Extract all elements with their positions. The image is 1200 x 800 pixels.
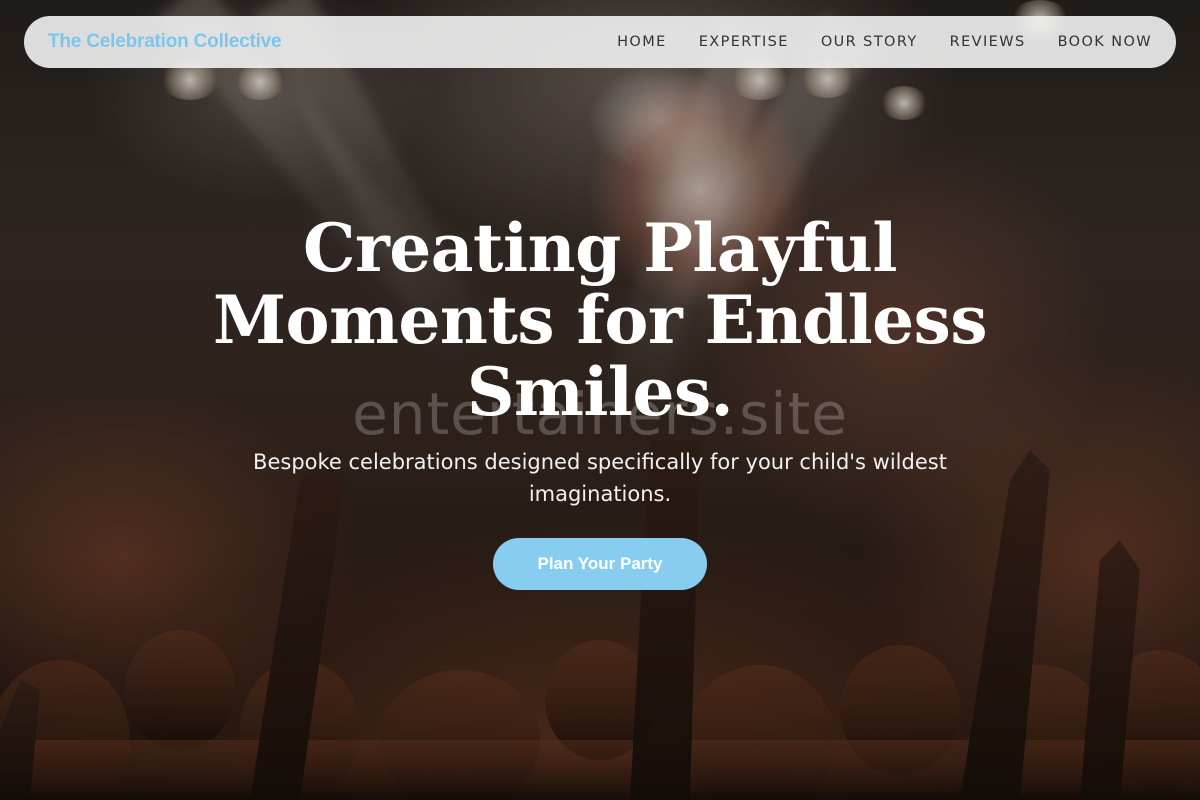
nav-links: HOME EXPERTISE OUR STORY REVIEWS BOOK NO… [585, 34, 1152, 50]
nav-link-expertise[interactable]: EXPERTISE [699, 34, 789, 50]
nav-link-book-now[interactable]: BOOK NOW [1058, 34, 1152, 50]
top-navbar: The Celebration Collective HOME EXPERTIS… [24, 16, 1176, 68]
brand-logo-link[interactable]: The Celebration Collective [48, 31, 282, 53]
hero-content: Creating Playful Moments for Endless Smi… [0, 212, 1200, 590]
nav-link-reviews[interactable]: REVIEWS [950, 34, 1026, 50]
nav-link-home[interactable]: HOME [617, 34, 667, 50]
hero-subtitle: Bespoke celebrations designed specifical… [253, 450, 947, 506]
hero-title: Creating Playful Moments for Endless Smi… [213, 209, 988, 431]
nav-link-our-story[interactable]: OUR STORY [821, 34, 918, 50]
plan-your-party-button[interactable]: Plan Your Party [493, 538, 707, 590]
